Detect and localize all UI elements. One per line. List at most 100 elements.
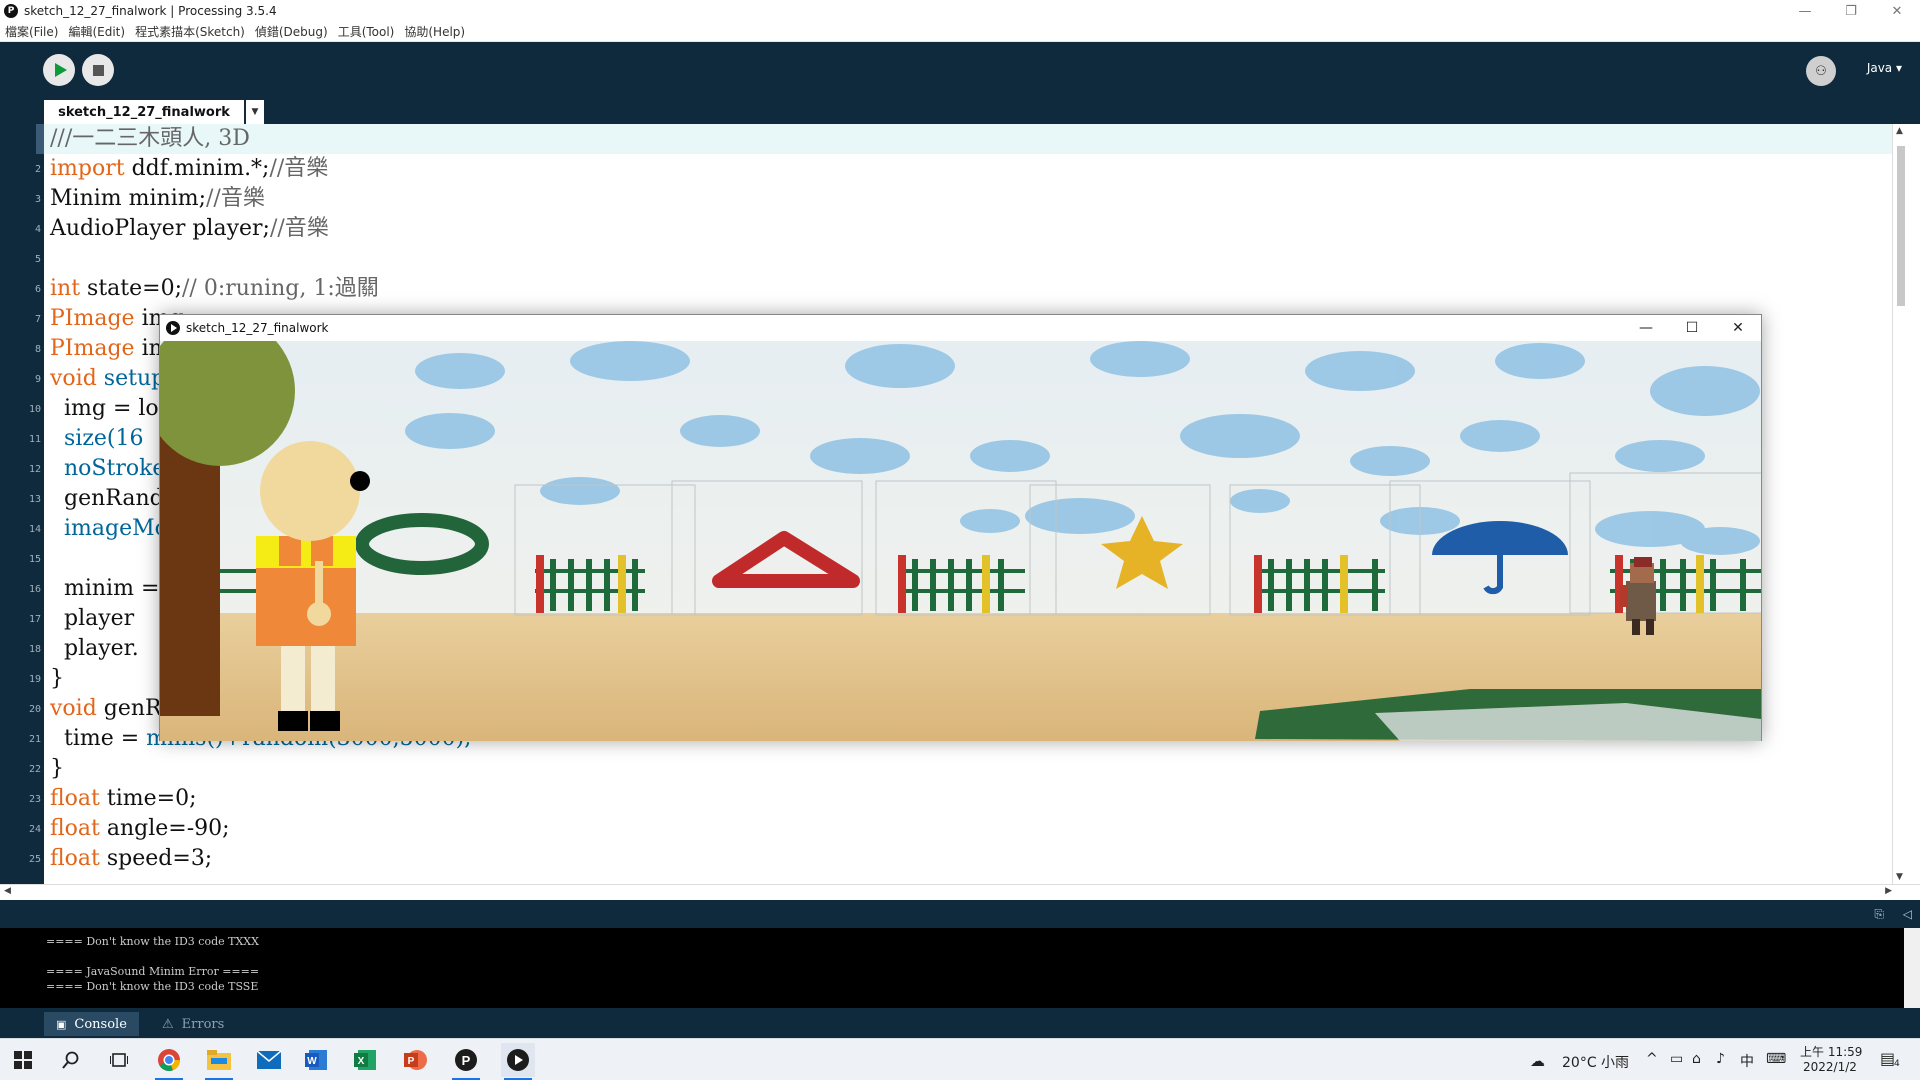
mode-selector[interactable]: Java ▾ <box>1867 61 1902 75</box>
line-number: 6 <box>34 284 41 295</box>
sketch-close-button[interactable]: ✕ <box>1715 315 1761 341</box>
line-number: 5 <box>34 254 41 265</box>
running-sketch-icon[interactable] <box>501 1043 535 1077</box>
code-line[interactable]: ///一二三木頭人, 3D <box>44 124 1892 154</box>
scroll-down-icon[interactable]: ▼ <box>1896 872 1903 882</box>
tab-errors[interactable]: ⚠ Errors <box>150 1012 236 1036</box>
code-text: time = <box>50 726 147 751</box>
line-number: 22 <box>28 764 41 775</box>
excel-icon[interactable]: X <box>353 1047 379 1073</box>
stop-button[interactable] <box>82 54 114 86</box>
line-number: 7 <box>34 314 41 325</box>
ime-indicator[interactable]: 中 <box>1740 1051 1754 1071</box>
line-number: 15 <box>28 554 41 565</box>
svg-text:P: P <box>462 1053 471 1068</box>
weather-icon[interactable]: ☁ <box>1530 1052 1545 1070</box>
collapse-console-icon[interactable]: ◁ <box>1903 907 1912 921</box>
battery-icon[interactable]: ▭ <box>1670 1051 1683 1067</box>
line-number: 25 <box>28 854 41 865</box>
code-line[interactable]: float angle=-90; <box>50 814 230 844</box>
line-number: 13 <box>28 494 41 505</box>
code-line[interactable]: } <box>50 664 64 694</box>
code-text: state=0; <box>80 276 182 301</box>
sketch-title-bar: sketch_12_27_finalwork — ☐ ✕ <box>160 315 1761 341</box>
code-line[interactable]: player <box>50 604 141 634</box>
menu-sketch[interactable]: 程式素描本(Sketch) <box>130 23 250 40</box>
code-line[interactable]: img = lo <box>50 394 159 424</box>
close-button[interactable]: ✕ <box>1874 0 1920 22</box>
code-line[interactable]: noStroke <box>50 454 165 484</box>
console-scrollbar[interactable] <box>1904 928 1920 1008</box>
search-icon[interactable] <box>58 1047 84 1073</box>
code-line[interactable]: genRando <box>50 484 177 514</box>
line-number: 17 <box>28 614 41 625</box>
maximize-button[interactable]: ❐ <box>1828 0 1874 22</box>
mail-icon[interactable] <box>256 1047 282 1073</box>
code-comment: //音樂 <box>206 186 265 211</box>
scroll-left-icon[interactable]: ◀ <box>4 886 11 896</box>
scroll-up-icon[interactable]: ▲ <box>1896 126 1903 136</box>
network-icon[interactable]: ⌂ <box>1692 1051 1701 1067</box>
code-line[interactable]: int state=0;// 0:runing, 1:過關 <box>50 274 379 304</box>
code-line[interactable]: AudioPlayer player;//音樂 <box>50 214 329 244</box>
powerpoint-icon[interactable]: P <box>403 1047 429 1073</box>
code-line[interactable]: size(16 <box>50 424 144 454</box>
sketch-window[interactable]: sketch_12_27_finalwork — ☐ ✕ <box>159 314 1762 741</box>
windows-taskbar: W X P P ☁ 20°C 小雨 ^ ▭ ⌂ ♪ 中 ⌨ 上午 11:59 2… <box>0 1038 1920 1080</box>
code-text: } <box>50 666 64 691</box>
tab-console[interactable]: ▣ Console <box>44 1012 139 1036</box>
menu-help[interactable]: 協助(Help) <box>399 23 470 40</box>
chevron-up-icon[interactable]: ^ <box>1646 1051 1658 1067</box>
menu-file[interactable]: 檔案(File) <box>0 23 63 40</box>
debug-mode-button[interactable]: ⚇ <box>1806 56 1836 86</box>
code-line[interactable]: void setup <box>50 364 165 394</box>
code-line[interactable]: float speed=3; <box>50 844 212 874</box>
sketch-canvas[interactable] <box>160 341 1761 741</box>
code-keyword: PImage <box>50 336 135 361</box>
code-line[interactable]: void genRa <box>50 694 175 724</box>
chrome-icon[interactable] <box>156 1047 182 1073</box>
line-number-gutter: 1234567891011121314151617181920212223242… <box>0 124 44 884</box>
copy-icon[interactable]: ⎘ <box>1874 907 1884 922</box>
code-line[interactable]: } <box>50 754 64 784</box>
weather-text[interactable]: 20°C 小雨 <box>1562 1052 1629 1072</box>
code-text: angle=-90; <box>99 816 230 841</box>
word-icon[interactable]: W <box>304 1047 330 1073</box>
line-number: 9 <box>34 374 41 385</box>
editor-vertical-scrollbar[interactable]: ▲ ▼ <box>1892 124 1920 884</box>
tab-menu-arrow[interactable]: ▼ <box>246 100 264 124</box>
keyboard-icon[interactable]: ⌨ <box>1766 1051 1786 1067</box>
clock-date[interactable]: 2022/1/2 <box>1803 1060 1857 1074</box>
menu-tool[interactable]: 工具(Tool) <box>333 23 400 40</box>
svg-text:W: W <box>307 1056 317 1067</box>
volume-icon[interactable]: ♪ <box>1716 1051 1725 1067</box>
tab-errors-label: Errors <box>181 1016 225 1032</box>
code-line[interactable]: import ddf.minim.*;//音樂 <box>50 154 328 184</box>
code-line[interactable]: Minim minim;//音樂 <box>50 184 265 214</box>
code-line[interactable]: player. <box>50 634 139 664</box>
menu-debug[interactable]: 偵錯(Debug) <box>250 23 333 40</box>
code-line[interactable]: float time=0; <box>50 784 196 814</box>
task-view-icon[interactable] <box>106 1047 132 1073</box>
scroll-thumb[interactable] <box>1897 146 1905 306</box>
notification-icon[interactable]: ▤ <box>1880 1049 1895 1068</box>
sketch-window-title: sketch_12_27_finalwork <box>186 321 329 335</box>
line-number: 16 <box>28 584 41 595</box>
menu-bar: 檔案(File) 編輯(Edit) 程式素描本(Sketch) 偵錯(Debug… <box>0 22 1920 42</box>
menu-edit[interactable]: 編輯(Edit) <box>63 23 130 40</box>
minimize-button[interactable]: — <box>1782 0 1828 22</box>
clock-time[interactable]: 上午 11:59 <box>1800 1043 1862 1060</box>
file-explorer-icon[interactable] <box>206 1047 232 1073</box>
sketch-maximize-button[interactable]: ☐ <box>1669 315 1715 341</box>
processing-icon[interactable]: P <box>453 1047 479 1073</box>
code-text: genRando <box>50 486 177 511</box>
run-button[interactable] <box>43 54 75 86</box>
sketch-minimize-button[interactable]: — <box>1623 315 1669 341</box>
windows-start-icon[interactable] <box>10 1047 36 1073</box>
tab-sketch[interactable]: sketch_12_27_finalwork <box>44 100 244 124</box>
code-line[interactable]: minim = <box>50 574 166 604</box>
editor-horizontal-scrollbar[interactable]: ◀ ▶ <box>0 884 1920 900</box>
console-line: ==== JavaSound Minim Error ==== <box>46 965 260 978</box>
scroll-right-icon[interactable]: ▶ <box>1885 886 1892 896</box>
